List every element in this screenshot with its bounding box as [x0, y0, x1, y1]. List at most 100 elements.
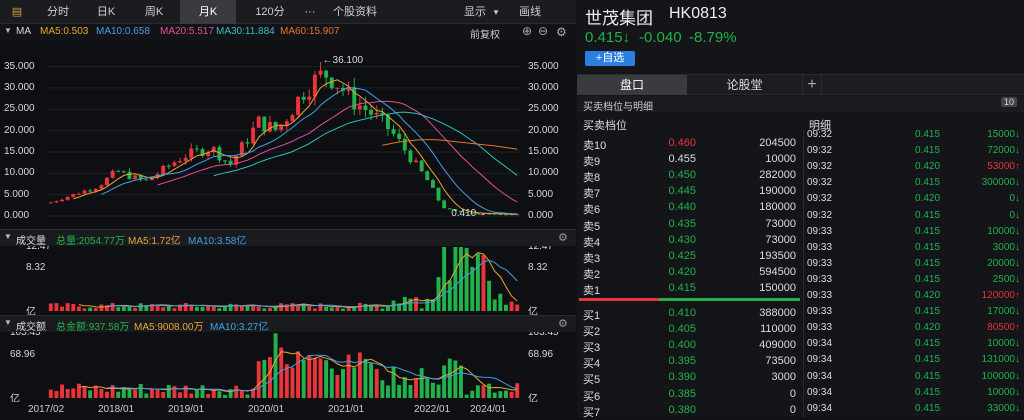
volume-bar: [453, 247, 458, 311]
amount-bar: [166, 385, 171, 398]
trade-price: 0.415: [915, 241, 941, 253]
volume-bar: [110, 303, 115, 311]
order-level-row[interactable]: 卖6 0.440 180000: [577, 200, 800, 216]
candle-body: [290, 114, 295, 122]
order-level-row[interactable]: 卖1 0.415 150000: [577, 281, 800, 297]
volume-bar: [419, 308, 424, 311]
volume-bar: [290, 303, 295, 311]
volume-bar: [161, 307, 166, 311]
amount-bar: [425, 378, 430, 398]
volume-bar: [267, 308, 272, 311]
volume-header: ▼ 成交量 总量:2054.77万 MA5:1.72亿 MA10:3.58亿 ⚙: [0, 229, 576, 247]
amount-bar: [99, 389, 104, 398]
level-price: 0.400: [668, 339, 696, 352]
level-price: 0.405: [668, 323, 696, 336]
level-label: 卖8: [583, 172, 601, 185]
order-level-row[interactable]: 卖10 0.460 204500: [577, 136, 800, 152]
level-price: 0.445: [668, 185, 696, 198]
amount-bar: [385, 385, 390, 398]
column-divider: [803, 130, 804, 417]
candlestick-chart[interactable]: [0, 0, 576, 417]
order-level-row[interactable]: 买3 0.400 409000: [577, 338, 800, 354]
trade-volume: 0↓: [1009, 209, 1020, 221]
candle-body: [324, 70, 329, 78]
amount-bar: [380, 380, 385, 398]
candle-body: [60, 199, 65, 202]
level-label: 卖7: [583, 188, 601, 201]
trade-price: 0.415: [915, 402, 941, 414]
volume-bar: [487, 280, 492, 311]
amount-bar: [459, 365, 463, 398]
add-tab-button[interactable]: +: [802, 75, 822, 95]
volume-bar: [363, 303, 368, 311]
level-price: 0.420: [668, 265, 696, 278]
volume-bar: [442, 247, 447, 311]
tab-forum[interactable]: 论股堂: [687, 75, 802, 95]
order-level-row[interactable]: 卖9 0.455 10000: [577, 152, 800, 168]
trade-detail-row: 09:34 0.415 100000↓: [805, 370, 1024, 385]
volume-collapse-icon[interactable]: ▼: [4, 232, 12, 241]
level-label: 卖10: [583, 140, 607, 152]
volume-bar: [380, 308, 385, 311]
candle-body: [88, 190, 93, 192]
candle-body: [419, 160, 424, 172]
add-watchlist-button[interactable]: +自选: [585, 51, 635, 66]
order-level-row[interactable]: 卖2 0.420 594500: [577, 265, 800, 281]
volume-settings-icon[interactable]: ⚙: [558, 231, 568, 244]
order-level-row[interactable]: 买5 0.390 3000: [577, 370, 800, 387]
amount-bar: [200, 385, 205, 398]
quote-panel: 世茂集团 HK0813 0.415↓ -0.040 -8.79% +自选 盘口 …: [577, 0, 1024, 419]
candle-body: [374, 112, 379, 115]
order-level-row[interactable]: 买4 0.395 73500: [577, 354, 800, 370]
level-price: 0.425: [668, 249, 696, 262]
order-level-row[interactable]: 买2 0.405 110000: [577, 322, 800, 338]
order-level-row[interactable]: 买7 0.380 0: [577, 403, 800, 419]
order-level-row[interactable]: 卖3 0.425 193500: [577, 249, 800, 265]
level-price: 0.415: [668, 281, 696, 294]
order-level-row[interactable]: 卖5 0.435 73000: [577, 217, 800, 233]
trade-price: 0.415: [915, 386, 941, 398]
right-tabs: 盘口 论股堂 +: [577, 74, 1024, 95]
amount-ma5: MA5:9008.00万: [134, 322, 204, 333]
amount-collapse-icon[interactable]: ▼: [4, 318, 12, 327]
amount-settings-icon[interactable]: ⚙: [558, 317, 568, 330]
volume-bar: [447, 280, 452, 311]
level-price: 0.450: [668, 169, 696, 182]
level-label: 买7: [583, 406, 601, 419]
ma5-line: [73, 79, 518, 215]
tab-order-book[interactable]: 盘口: [577, 75, 687, 95]
level-volume: 409000: [759, 339, 796, 352]
amount-bar: [65, 389, 70, 398]
time-axis-label: 2024/01: [470, 404, 507, 415]
level-label: 卖3: [583, 252, 601, 265]
amount-bar: [369, 363, 374, 398]
trade-price: 0.415: [915, 354, 941, 366]
order-level-row[interactable]: 卖4 0.430 73000: [577, 233, 800, 249]
depth-badge[interactable]: 10: [1001, 97, 1018, 107]
trade-detail-row: 09:34 0.415 10000↓: [805, 386, 1024, 401]
trade-time: 09:33: [807, 273, 833, 285]
order-level-row[interactable]: 买6 0.385 0: [577, 387, 800, 403]
stock-code: HK0813: [669, 5, 727, 22]
order-level-row[interactable]: 买1 0.410 388000: [577, 306, 800, 322]
level-volume: 180000: [759, 201, 796, 214]
level-price: 0.390: [668, 371, 696, 384]
volume-bar: [324, 306, 329, 311]
trade-volume: 120000↑: [981, 290, 1020, 301]
trade-volume: 3000↓: [992, 241, 1020, 253]
volume-bar: [239, 305, 244, 311]
volume-title[interactable]: 成交量: [16, 232, 46, 247]
time-axis-label: 2020/01: [248, 404, 285, 415]
amount-bar: [487, 383, 492, 398]
chart-area[interactable]: ▤ 分时 日K 周K 月K 120分 ··· 个股资料 显示 ▾ 画线 ▼ MA…: [0, 0, 576, 417]
amount-title[interactable]: 成交额: [16, 318, 46, 333]
level-label: 买5: [583, 374, 601, 387]
candle-body: [194, 148, 199, 150]
amount-bar: [464, 394, 469, 398]
price-change-pct: -8.79%: [689, 29, 737, 46]
volume-bar: [385, 306, 390, 311]
price-change: -0.040: [639, 29, 682, 46]
volume-bar: [296, 306, 301, 311]
order-level-row[interactable]: 卖7 0.445 190000: [577, 184, 800, 201]
order-level-row[interactable]: 卖8 0.450 282000: [577, 168, 800, 185]
